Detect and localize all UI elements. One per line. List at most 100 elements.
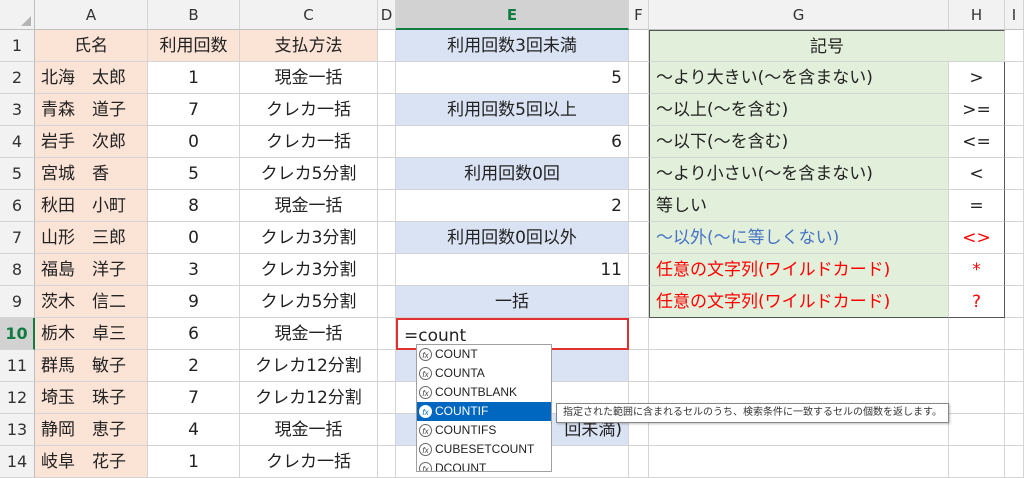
column-header-i[interactable]: I [1005, 0, 1024, 30]
grid-cell[interactable] [629, 158, 649, 190]
row-header-2[interactable]: 2 [0, 62, 35, 94]
grid-cell[interactable] [378, 190, 396, 222]
grid-cell[interactable] [949, 350, 1005, 382]
name-cell[interactable]: 福島 洋子 [35, 254, 148, 286]
symbol-description-cell[interactable]: ～より小さい(～を含まない) [649, 158, 949, 190]
grid-cell[interactable] [378, 318, 396, 350]
grid-cell[interactable] [629, 190, 649, 222]
table-header-cell[interactable]: 氏名 [35, 30, 148, 62]
column-header-g[interactable]: G [649, 0, 949, 30]
grid-cell[interactable] [378, 286, 396, 318]
symbol-description-cell[interactable]: ～以上(～を含む) [649, 94, 949, 126]
row-header-3[interactable]: 3 [0, 94, 35, 126]
symbol-cell[interactable]: < [949, 158, 1005, 190]
criteria-cell-e6[interactable]: 2 [396, 190, 629, 222]
grid-cell[interactable] [629, 446, 649, 478]
autocomplete-item-countifs[interactable]: fx COUNTIFS [417, 421, 551, 440]
grid-cell[interactable] [1005, 94, 1024, 126]
column-header-b[interactable]: B [148, 0, 240, 30]
row-header-4[interactable]: 4 [0, 126, 35, 158]
count-cell[interactable]: 7 [148, 94, 240, 126]
criteria-cell-e8[interactable]: 11 [396, 254, 629, 286]
grid-cell[interactable] [1005, 350, 1024, 382]
criteria-cell-e7[interactable]: 利用回数0回以外 [396, 222, 629, 254]
grid-cell[interactable] [378, 446, 396, 478]
row-header-8[interactable]: 8 [0, 254, 35, 286]
name-cell[interactable]: 岐阜 花子 [35, 446, 148, 478]
name-cell[interactable]: 群馬 敏子 [35, 350, 148, 382]
grid-cell[interactable] [1005, 158, 1024, 190]
column-header-f[interactable]: F [629, 0, 649, 30]
count-cell[interactable]: 0 [148, 126, 240, 158]
count-cell[interactable]: 7 [148, 382, 240, 414]
grid-cell[interactable] [378, 414, 396, 446]
grid-cell[interactable] [1005, 62, 1024, 94]
payment-method-cell[interactable]: クレカ3分割 [240, 222, 378, 254]
row-header-13[interactable]: 13 [0, 414, 35, 446]
grid-cell[interactable] [949, 382, 1005, 414]
column-header-d[interactable]: D [378, 0, 396, 30]
table-header-cell[interactable]: 支払方法 [240, 30, 378, 62]
symbol-description-cell[interactable]: ～以下(～を含む) [649, 126, 949, 158]
grid-cell[interactable] [1005, 318, 1024, 350]
grid-cell[interactable] [1005, 382, 1024, 414]
symbol-description-cell[interactable]: ～以外(～に等しくない) [649, 222, 949, 254]
grid-cell[interactable] [1005, 222, 1024, 254]
grid-cell[interactable] [1005, 414, 1024, 446]
row-header-6[interactable]: 6 [0, 190, 35, 222]
grid-cell[interactable] [1005, 254, 1024, 286]
symbol-description-cell[interactable]: 任意の文字列(ワイルドカード) [649, 254, 949, 286]
count-cell[interactable]: 1 [148, 62, 240, 94]
name-cell[interactable]: 青森 道子 [35, 94, 148, 126]
count-cell[interactable]: 5 [148, 158, 240, 190]
grid-cell[interactable] [629, 62, 649, 94]
grid-cell[interactable] [378, 222, 396, 254]
payment-method-cell[interactable]: クレカ5分割 [240, 286, 378, 318]
symbol-cell[interactable]: = [949, 190, 1005, 222]
grid-cell[interactable] [629, 94, 649, 126]
autocomplete-item-count[interactable]: fx COUNT [417, 345, 551, 364]
symbol-description-cell[interactable]: 等しい [649, 190, 949, 222]
grid-cell[interactable] [629, 222, 649, 254]
autocomplete-list[interactable]: fx COUNT fx COUNTA fx COUNTBLANK fx COUNTIF fx CO… [416, 344, 552, 472]
grid-cell[interactable] [1005, 286, 1024, 318]
payment-method-cell[interactable]: クレカ3分割 [240, 254, 378, 286]
payment-method-cell[interactable]: クレカ一括 [240, 94, 378, 126]
grid-cell[interactable] [629, 318, 649, 350]
name-cell[interactable]: 茨木 信二 [35, 286, 148, 318]
grid-cell[interactable] [1005, 30, 1024, 62]
autocomplete-item-dcount[interactable]: fx DCOUNT [417, 459, 551, 471]
row-header-9[interactable]: 9 [0, 286, 35, 318]
autocomplete-item-countif[interactable]: fx COUNTIF [417, 402, 551, 421]
name-cell[interactable]: 静岡 恵子 [35, 414, 148, 446]
name-cell[interactable]: 北海 太郎 [35, 62, 148, 94]
grid-cell[interactable] [629, 126, 649, 158]
name-cell[interactable]: 宮城 香 [35, 158, 148, 190]
name-cell[interactable]: 栃木 卓三 [35, 318, 148, 350]
name-cell[interactable]: 山形 三郎 [35, 222, 148, 254]
payment-method-cell[interactable]: クレカ一括 [240, 446, 378, 478]
select-all-corner[interactable] [0, 0, 35, 30]
symbol-description-cell[interactable]: 任意の文字列(ワイルドカード) [649, 286, 949, 318]
column-header-c[interactable]: C [240, 0, 378, 30]
payment-method-cell[interactable]: 現金一括 [240, 318, 378, 350]
symbol-description-cell[interactable]: ～より大きい(～を含まない) [649, 62, 949, 94]
autocomplete-item-countblank[interactable]: fx COUNTBLANK [417, 383, 551, 402]
payment-method-cell[interactable]: クレカ12分割 [240, 382, 378, 414]
count-cell[interactable]: 9 [148, 286, 240, 318]
row-header-12[interactable]: 12 [0, 382, 35, 414]
payment-method-cell[interactable]: クレカ5分割 [240, 158, 378, 190]
grid-cell[interactable] [649, 446, 949, 478]
payment-method-cell[interactable]: 現金一括 [240, 414, 378, 446]
grid-cell[interactable] [949, 414, 1005, 446]
name-cell[interactable]: 秋田 小町 [35, 190, 148, 222]
column-header-a[interactable]: A [35, 0, 148, 30]
grid-cell[interactable] [1005, 446, 1024, 478]
symbols-header[interactable]: 記号 [649, 30, 1005, 62]
table-header-cell[interactable]: 利用回数 [148, 30, 240, 62]
row-header-5[interactable]: 5 [0, 158, 35, 190]
grid-cell[interactable] [378, 94, 396, 126]
row-header-10[interactable]: 10 [0, 318, 35, 350]
payment-method-cell[interactable]: 現金一括 [240, 62, 378, 94]
criteria-cell-e1[interactable]: 利用回数3回未満 [396, 30, 629, 62]
